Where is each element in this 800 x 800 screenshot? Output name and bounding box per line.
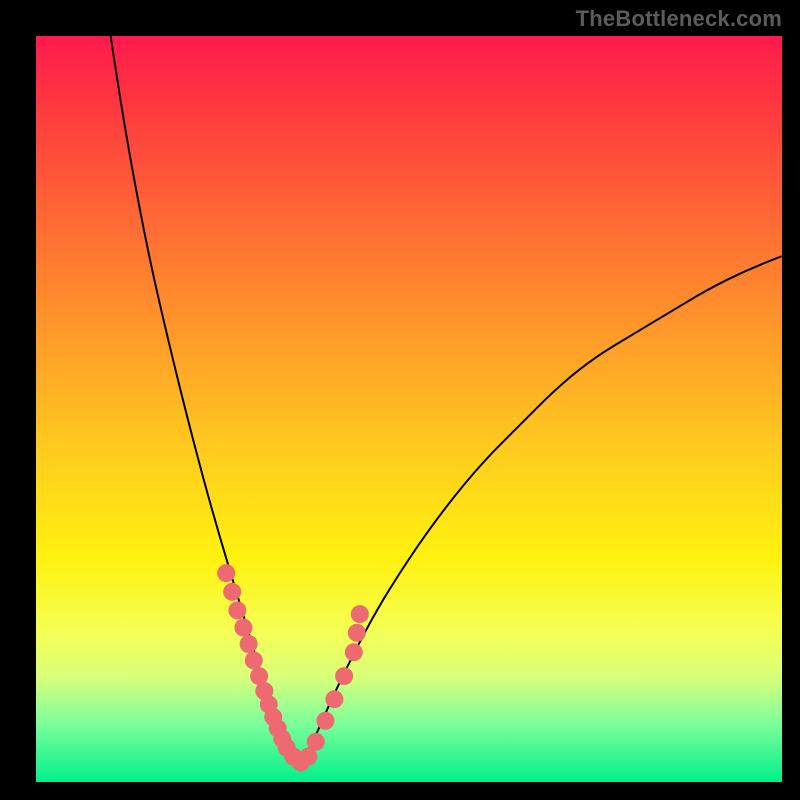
watermark-text: TheBottleneck.com (576, 6, 782, 32)
plot-area (36, 36, 782, 782)
chart-stage: TheBottleneck.com (0, 0, 800, 800)
